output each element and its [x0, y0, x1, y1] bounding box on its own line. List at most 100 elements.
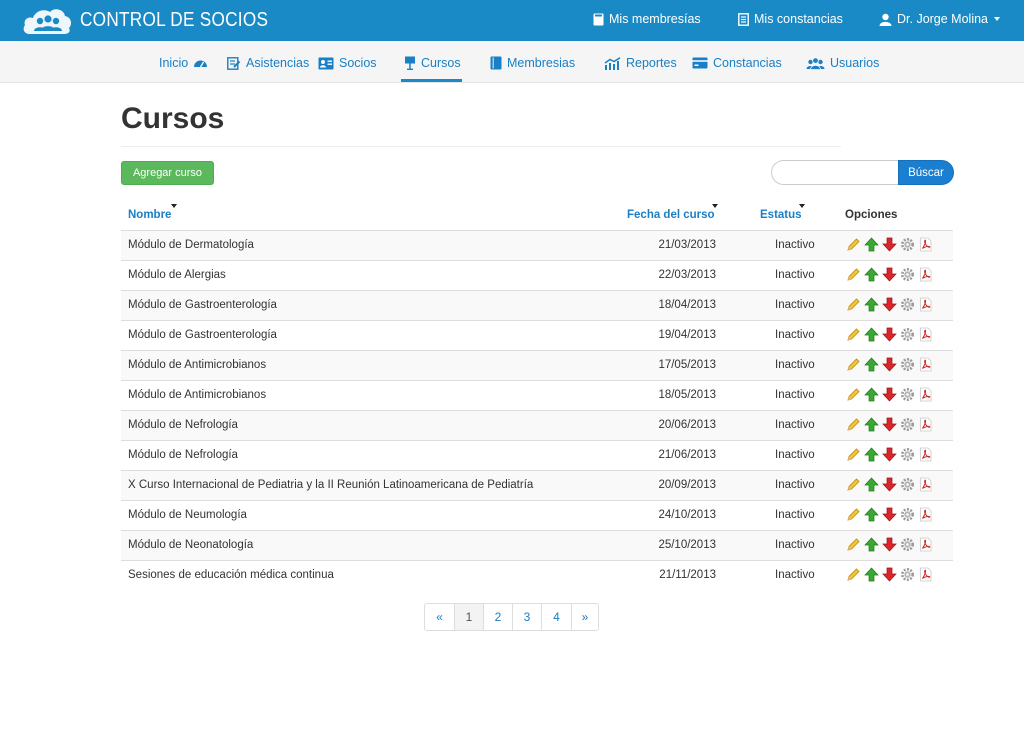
- move-up-icon[interactable]: [864, 477, 879, 492]
- course-date: 21/06/2013: [658, 449, 716, 461]
- settings-icon[interactable]: [900, 567, 915, 582]
- edit-icon[interactable]: [846, 537, 861, 552]
- move-up-icon[interactable]: [864, 357, 879, 372]
- course-status: Inactivo: [775, 419, 815, 431]
- move-up-icon[interactable]: [864, 387, 879, 402]
- edit-icon[interactable]: [846, 327, 861, 342]
- edit-icon[interactable]: [846, 267, 861, 282]
- settings-icon[interactable]: [900, 477, 915, 492]
- nav-item-socios[interactable]: Socios: [318, 56, 377, 70]
- move-down-icon[interactable]: [882, 327, 897, 342]
- column-header-estatus[interactable]: Estatus: [760, 209, 802, 221]
- column-header-fecha[interactable]: Fecha del curso: [627, 209, 715, 221]
- move-up-icon[interactable]: [864, 267, 879, 282]
- course-date: 22/03/2013: [658, 269, 716, 281]
- move-down-icon[interactable]: [882, 507, 897, 522]
- move-up-icon[interactable]: [864, 567, 879, 582]
- column-header-nombre[interactable]: Nombre: [128, 209, 171, 221]
- move-down-icon[interactable]: [882, 267, 897, 282]
- move-down-icon[interactable]: [882, 567, 897, 582]
- pagination-page-1[interactable]: 1: [454, 604, 483, 630]
- move-up-icon[interactable]: [864, 507, 879, 522]
- course-name: Módulo de Gastroenterología: [128, 329, 277, 341]
- settings-icon[interactable]: [900, 357, 915, 372]
- settings-icon[interactable]: [900, 237, 915, 252]
- move-up-icon[interactable]: [864, 237, 879, 252]
- search-input[interactable]: [771, 160, 899, 185]
- settings-icon[interactable]: [900, 297, 915, 312]
- row-options: [846, 267, 936, 282]
- pdf-icon[interactable]: [918, 327, 933, 342]
- move-down-icon[interactable]: [882, 417, 897, 432]
- settings-icon[interactable]: [900, 537, 915, 552]
- pdf-icon[interactable]: [918, 357, 933, 372]
- add-course-button[interactable]: Agregar curso: [121, 161, 214, 185]
- edit-icon[interactable]: [846, 507, 861, 522]
- mis-membresias-link[interactable]: Mis membresías: [593, 12, 701, 26]
- pdf-icon[interactable]: [918, 417, 933, 432]
- nav-item-usuarios[interactable]: Usuarios: [806, 56, 879, 70]
- settings-icon[interactable]: [900, 267, 915, 282]
- mis-constancias-link[interactable]: Mis constancias: [738, 12, 843, 26]
- move-down-icon[interactable]: [882, 297, 897, 312]
- search-button[interactable]: Búscar: [898, 160, 954, 185]
- move-down-icon[interactable]: [882, 237, 897, 252]
- pdf-icon[interactable]: [918, 537, 933, 552]
- nav-item-cursos[interactable]: Cursos: [404, 56, 461, 70]
- move-down-icon[interactable]: [882, 387, 897, 402]
- edit-icon[interactable]: [846, 417, 861, 432]
- settings-icon[interactable]: [900, 327, 915, 342]
- edit-icon[interactable]: [846, 237, 861, 252]
- brand[interactable]: CONTROL DE SOCIOS: [22, 5, 299, 36]
- pdf-icon[interactable]: [918, 267, 933, 282]
- settings-icon[interactable]: [900, 447, 915, 462]
- pdf-icon[interactable]: [918, 447, 933, 462]
- nav-item-label: Cursos: [421, 56, 461, 70]
- dashboard-icon: [194, 60, 208, 68]
- nav-item-reportes[interactable]: Reportes: [604, 56, 677, 70]
- move-up-icon[interactable]: [864, 327, 879, 342]
- pagination-page-3[interactable]: 3: [512, 604, 541, 630]
- move-up-icon[interactable]: [864, 537, 879, 552]
- pdf-icon[interactable]: [918, 237, 933, 252]
- table-row: Módulo de Alergias 22/03/2013 Inactivo: [121, 260, 953, 290]
- pdf-icon[interactable]: [918, 507, 933, 522]
- edit-icon[interactable]: [846, 297, 861, 312]
- settings-icon[interactable]: [900, 417, 915, 432]
- nav-item-membresias[interactable]: Membresias: [490, 56, 575, 70]
- nav-item-asistencias[interactable]: Asistencias: [227, 56, 309, 70]
- pdf-icon[interactable]: [918, 477, 933, 492]
- move-down-icon[interactable]: [882, 447, 897, 462]
- edit-icon[interactable]: [846, 447, 861, 462]
- pdf-icon[interactable]: [918, 297, 933, 312]
- page-title: Cursos: [121, 102, 225, 135]
- table-row: X Curso Internacional de Pediatria y la …: [121, 470, 953, 500]
- course-name: Módulo de Neonatología: [128, 539, 254, 551]
- move-down-icon[interactable]: [882, 537, 897, 552]
- pagination-next[interactable]: »: [571, 604, 598, 630]
- nav-item-constancias[interactable]: Constancias: [692, 56, 782, 70]
- pagination-page-4[interactable]: 4: [541, 604, 571, 630]
- credit-card-icon: [692, 57, 708, 69]
- edit-icon[interactable]: [846, 357, 861, 372]
- table-row: Módulo de Antimicrobianos 18/05/2013 Inact…: [121, 380, 953, 410]
- move-down-icon[interactable]: [882, 477, 897, 492]
- table-row: Módulo de Neonatología 25/10/2013 Inactivo: [121, 530, 953, 560]
- edit-icon[interactable]: [846, 567, 861, 582]
- edit-icon[interactable]: [846, 387, 861, 402]
- settings-icon[interactable]: [900, 507, 915, 522]
- pdf-icon[interactable]: [918, 387, 933, 402]
- user-menu[interactable]: Dr. Jorge Molina: [879, 12, 1001, 26]
- move-up-icon[interactable]: [864, 447, 879, 462]
- course-status: Inactivo: [775, 449, 815, 461]
- nav-item-inicio[interactable]: Inicio: [159, 56, 208, 70]
- move-up-icon[interactable]: [864, 297, 879, 312]
- edit-icon[interactable]: [846, 477, 861, 492]
- settings-icon[interactable]: [900, 387, 915, 402]
- move-down-icon[interactable]: [882, 357, 897, 372]
- pagination-page-2[interactable]: 2: [483, 604, 512, 630]
- move-up-icon[interactable]: [864, 417, 879, 432]
- mis-constancias-label: Mis constancias: [754, 12, 843, 26]
- pagination-prev[interactable]: «: [425, 604, 454, 630]
- pdf-icon[interactable]: [918, 567, 933, 582]
